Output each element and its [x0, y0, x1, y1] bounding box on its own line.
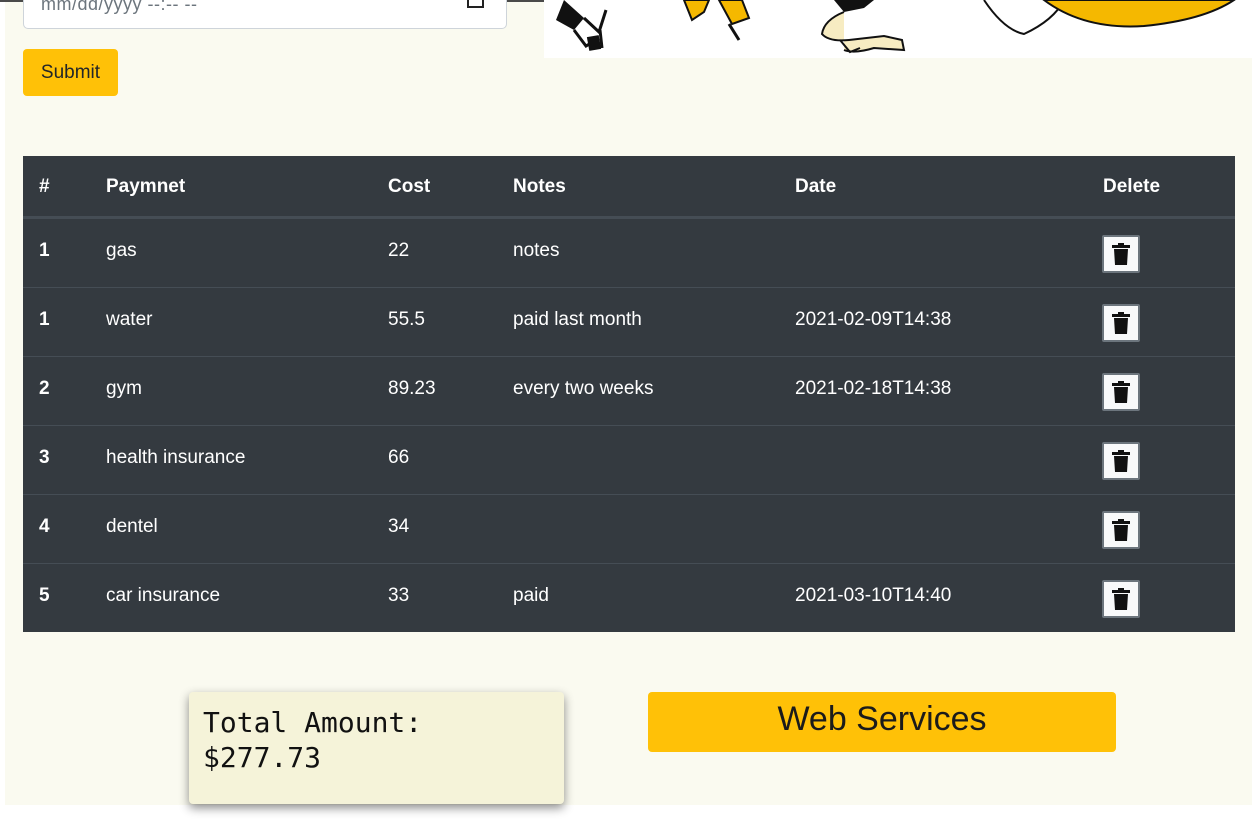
delete-button[interactable] — [1102, 373, 1140, 411]
row-payment: gas — [106, 240, 137, 261]
row-number: 5 — [39, 585, 50, 606]
header-notes: Notes — [513, 176, 566, 197]
total-amount-card: Total Amount: $277.73 — [189, 692, 564, 804]
table-row: 5 car insurance 33 paid 2021-03-10T14:40 — [23, 563, 1235, 632]
submit-button[interactable]: Submit — [23, 49, 118, 96]
header-illustration — [544, 0, 1252, 58]
row-notes: every two weeks — [513, 378, 654, 399]
total-amount-value: $277.73 — [203, 741, 322, 774]
row-payment: gym — [106, 378, 142, 399]
row-notes: notes — [513, 240, 560, 261]
row-cost: 89.23 — [388, 378, 436, 399]
header-delete: Delete — [1103, 176, 1161, 197]
row-date: 2021-02-09T14:38 — [795, 309, 952, 330]
row-number: 1 — [39, 309, 50, 330]
row-notes: paid last month — [513, 309, 642, 330]
people-illustration — [556, 0, 1236, 54]
trash-icon — [1112, 519, 1130, 541]
trash-icon — [1112, 588, 1130, 610]
date-time-input[interactable]: mm/dd/yyyy --:-- -- — [23, 0, 507, 29]
payments-table: # Paymnet Cost Notes Date Delete 1 gas 2… — [23, 156, 1235, 632]
delete-button[interactable] — [1102, 235, 1140, 273]
table-row: 3 health insurance 66 — [23, 425, 1235, 494]
trash-icon — [1112, 312, 1130, 334]
row-payment: dentel — [106, 516, 158, 537]
trash-icon — [1112, 381, 1130, 403]
header-date: Date — [795, 176, 837, 197]
row-cost: 66 — [388, 447, 410, 468]
web-services-button[interactable]: Web Services — [648, 692, 1116, 752]
trash-icon — [1112, 243, 1130, 265]
row-notes: paid — [513, 585, 549, 606]
trash-icon — [1112, 450, 1130, 472]
date-input-placeholder: mm/dd/yyyy --:-- -- — [41, 0, 198, 14]
row-cost: 33 — [388, 585, 410, 606]
delete-button[interactable] — [1102, 304, 1140, 342]
table-row: 4 dentel 34 — [23, 494, 1235, 563]
table-row: 1 water 55.5 paid last month 2021-02-09T… — [23, 287, 1235, 356]
delete-button[interactable] — [1102, 580, 1140, 618]
row-date: 2021-03-10T14:40 — [795, 585, 952, 606]
header-cost: Cost — [388, 176, 431, 197]
row-number: 1 — [39, 240, 50, 261]
row-cost: 34 — [388, 516, 410, 537]
row-payment: health insurance — [106, 447, 246, 468]
row-cost: 55.5 — [388, 309, 425, 330]
row-number: 2 — [39, 378, 50, 399]
delete-button[interactable] — [1102, 442, 1140, 480]
calendar-icon[interactable] — [467, 0, 484, 8]
total-amount-label: Total Amount: — [203, 706, 423, 739]
table-header-row: # Paymnet Cost Notes Date Delete — [23, 156, 1235, 218]
header-payment: Paymnet — [106, 176, 186, 197]
row-number: 4 — [39, 516, 50, 537]
header-number: # — [39, 176, 50, 197]
row-cost: 22 — [388, 240, 410, 261]
row-date: 2021-02-18T14:38 — [795, 378, 952, 399]
row-payment: car insurance — [106, 585, 221, 606]
row-number: 3 — [39, 447, 50, 468]
row-payment: water — [106, 309, 153, 330]
delete-button[interactable] — [1102, 511, 1140, 549]
table-row: 1 gas 22 notes — [23, 218, 1235, 287]
table-row: 2 gym 89.23 every two weeks 2021-02-18T1… — [23, 356, 1235, 425]
